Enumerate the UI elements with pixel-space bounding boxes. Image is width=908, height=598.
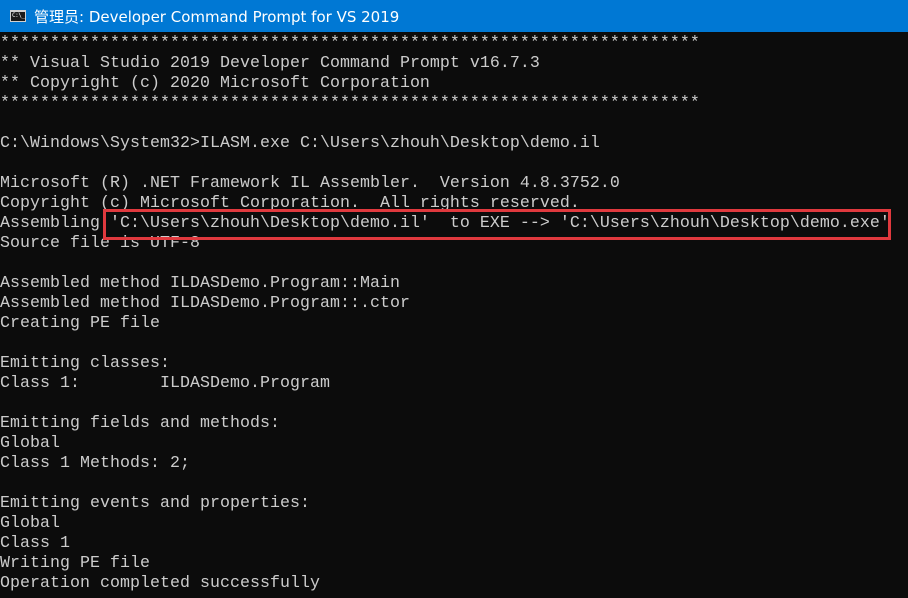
console-line: Microsoft (R) .NET Framework IL Assemble… xyxy=(0,173,620,192)
command-line: C:\Windows\System32>ILASM.exe C:\Users\z… xyxy=(0,133,600,152)
console-line: Assembled method ILDASDemo.Program::Main xyxy=(0,273,400,292)
console-line: ** Copyright (c) 2020 Microsoft Corporat… xyxy=(0,73,430,92)
console-line: Emitting events and properties: xyxy=(0,493,310,512)
console-line: Global xyxy=(0,513,60,532)
console-line: Creating PE file xyxy=(0,313,160,332)
console-line: Global xyxy=(0,433,60,452)
console-lines: ****************************************… xyxy=(0,33,908,593)
console-line: ****************************************… xyxy=(0,33,700,52)
console-output[interactable]: ****************************************… xyxy=(0,33,908,598)
console-line: Class 1 Methods: 2; xyxy=(0,453,190,472)
console-line: Assembled method ILDASDemo.Program::.cto… xyxy=(0,293,410,312)
console-line: Class 1: ILDASDemo.Program xyxy=(0,373,330,392)
console-line: Emitting fields and methods: xyxy=(0,413,280,432)
window-title: 管理员: Developer Command Prompt for VS 201… xyxy=(34,7,400,26)
cmd-icon-glyph: C:\_ xyxy=(12,12,25,19)
console-line: Writing PE file xyxy=(0,553,150,572)
console-line: ****************************************… xyxy=(0,93,700,112)
highlight-annotation-box xyxy=(103,209,891,240)
console-line: Operation completed successfully xyxy=(0,573,320,592)
console-line: Emitting classes: xyxy=(0,353,170,372)
cmd-icon: C:\_ xyxy=(10,10,26,22)
title-bar[interactable]: C:\_ 管理员: Developer Command Prompt for V… xyxy=(0,0,908,32)
console-line: ** Visual Studio 2019 Developer Command … xyxy=(0,53,540,72)
console-line: Class 1 xyxy=(0,533,70,552)
